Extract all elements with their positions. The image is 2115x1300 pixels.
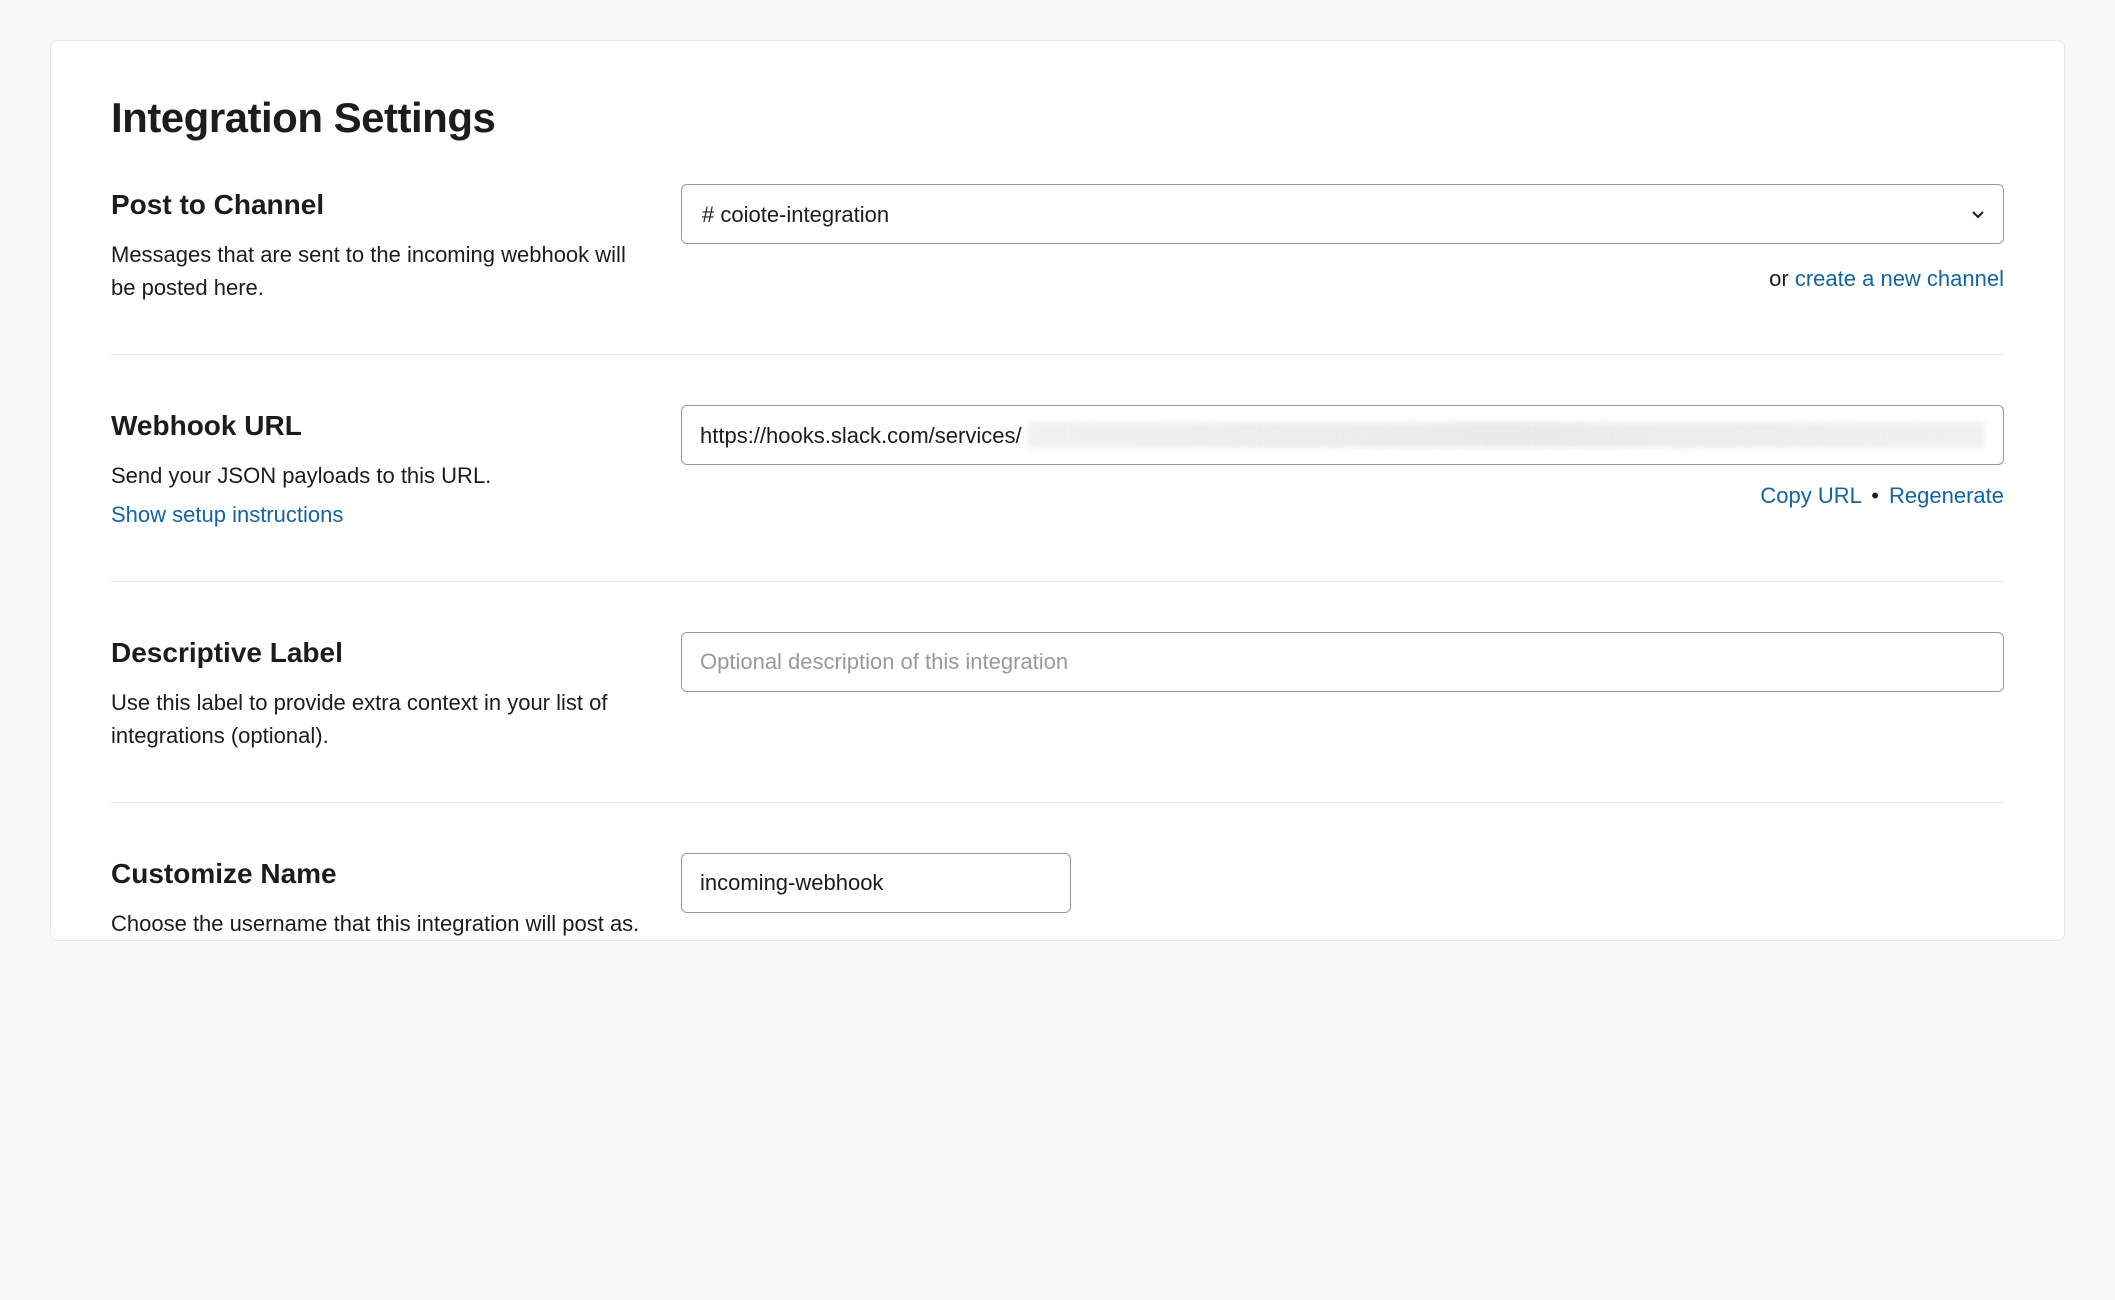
channel-select[interactable]: # coiote-integration — [681, 184, 2004, 244]
webhook-url-title: Webhook URL — [111, 405, 641, 447]
descriptive-label-title: Descriptive Label — [111, 632, 641, 674]
descriptive-label-desc: Use this label to provide extra context … — [111, 686, 641, 752]
or-text: or — [1769, 266, 1795, 291]
create-channel-link[interactable]: create a new channel — [1795, 266, 2004, 291]
section-customize-name: Customize Name Choose the username that … — [111, 853, 2004, 940]
webhook-url-visible: https://hooks.slack.com/services/ — [700, 419, 1022, 452]
customize-name-title: Customize Name — [111, 853, 641, 895]
settings-card: Integration Settings Post to Channel Mes… — [50, 40, 2065, 941]
webhook-url-redacted — [1028, 422, 1985, 448]
customize-name-input[interactable] — [681, 853, 1071, 913]
channel-select-value: # coiote-integration — [681, 184, 2004, 244]
show-setup-instructions-link[interactable]: Show setup instructions — [111, 498, 343, 531]
page-title: Integration Settings — [111, 86, 2004, 149]
descriptive-label-input[interactable] — [681, 632, 2004, 692]
regenerate-link[interactable]: Regenerate — [1889, 483, 2004, 508]
separator-bullet: • — [1871, 483, 1879, 508]
copy-url-link[interactable]: Copy URL — [1760, 483, 1861, 508]
section-descriptive-label: Descriptive Label Use this label to prov… — [111, 632, 2004, 803]
create-channel-row: or create a new channel — [681, 262, 2004, 295]
post-to-channel-desc: Messages that are sent to the incoming w… — [111, 238, 641, 304]
webhook-url-input[interactable]: https://hooks.slack.com/services/ — [681, 405, 2004, 465]
webhook-url-desc: Send your JSON payloads to this URL. — [111, 459, 641, 492]
section-webhook-url: Webhook URL Send your JSON payloads to t… — [111, 405, 2004, 582]
customize-name-desc: Choose the username that this integratio… — [111, 907, 641, 940]
post-to-channel-title: Post to Channel — [111, 184, 641, 226]
section-post-to-channel: Post to Channel Messages that are sent t… — [111, 184, 2004, 355]
